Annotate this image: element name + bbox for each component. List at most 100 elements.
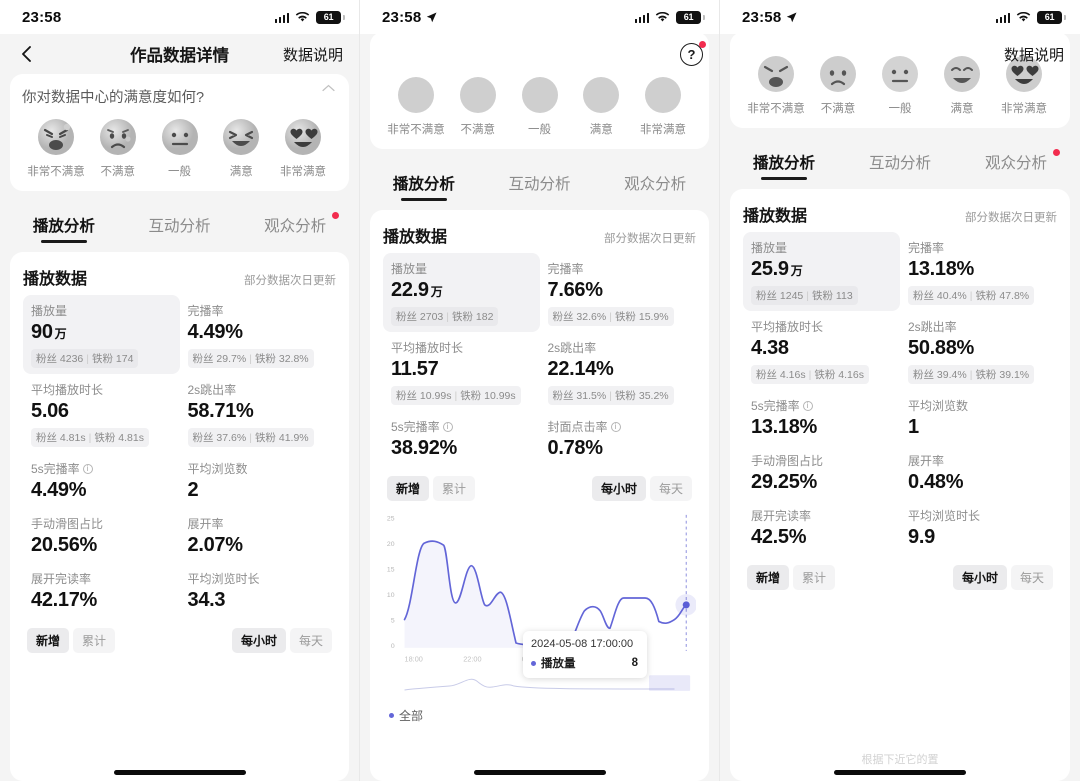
help-button[interactable]: ? (680, 40, 706, 66)
metric-tile[interactable]: 完播率 13.18% 粉丝 40.4% | 铁粉 47.8% (900, 232, 1057, 311)
survey-option-2[interactable]: 一般 (150, 117, 210, 179)
survey-option-4[interactable]: 非常满意 (273, 117, 333, 179)
chip-daily[interactable]: 每天 (1010, 565, 1053, 590)
survey-option-4[interactable]: 非常满意 (633, 75, 693, 137)
metric-tile[interactable]: 平均播放时长 4.38 粉丝 4.16s | 铁粉 4.16s (743, 311, 900, 390)
tab-audience-analysis[interactable]: 观众分析 (597, 163, 713, 200)
metric-tile[interactable]: 完播率 4.49% 粉丝 29.7% | 铁粉 32.8% (180, 295, 337, 374)
chip-new[interactable]: 新增 (747, 565, 790, 590)
tooltip-series-value: 8 (631, 657, 638, 669)
metric-value: 13.18% (908, 258, 975, 280)
survey-option-3[interactable]: 满意 (932, 54, 992, 116)
metric-tile[interactable]: 5s完播率 i 4.49% (23, 453, 180, 508)
metric-tile[interactable]: 手动滑图占比 29.25% (743, 445, 900, 500)
metric-tile[interactable]: 2s跳出率 58.71% 粉丝 37.6% | 铁粉 41.9% (180, 374, 337, 453)
metric-tile[interactable]: 2s跳出率 22.14% 粉丝 31.5% | 铁粉 35.2% (540, 332, 697, 411)
survey-option-label: 满意 (229, 166, 253, 178)
metric-label: 播放量 (751, 241, 788, 255)
metric-tile[interactable]: 平均浏览时长 9.9 (900, 500, 1057, 555)
chevron-left-icon[interactable] (16, 43, 38, 65)
survey-option-0[interactable]: 非常不满意 (386, 75, 446, 137)
survey-option-3[interactable]: 满意 (571, 75, 631, 137)
status-bar-right: 61 (274, 10, 345, 24)
metric-tile[interactable]: 完播率 7.66% 粉丝 32.6% | 铁粉 15.9% (540, 253, 697, 332)
chip-daily[interactable]: 每天 (289, 628, 332, 653)
metric-tile[interactable]: 平均播放时长 11.57 粉丝 10.99s | 铁粉 10.99s (383, 332, 540, 411)
metric-value: 2 (187, 479, 199, 501)
survey-options: 非常不满意 不满意 一般 满意 非常满意 (22, 113, 337, 179)
metric-tile[interactable]: 5s完播率 i 38.92% (383, 411, 540, 466)
survey-option-1[interactable]: 不满意 (808, 54, 868, 116)
panel3-body: 你对数据中心的满意度如何? 非常不满意 (720, 32, 1080, 781)
metric-label: 完播率 (187, 304, 224, 318)
wifi-icon (1016, 11, 1031, 21)
metric-tile[interactable]: 平均浏览时长 34.3 (180, 563, 337, 618)
chip-hourly[interactable]: 每小时 (591, 476, 646, 501)
chip-cumulative[interactable]: 累计 (793, 565, 836, 590)
tab-playback-analysis[interactable]: 播放分析 (726, 142, 842, 179)
metric-tile[interactable]: 展开率 2.07% (180, 508, 337, 563)
tab-playback-analysis[interactable]: 播放分析 (6, 205, 122, 242)
playback-line-chart[interactable]: 252015 1050 18:0022:0002:00 (383, 509, 696, 724)
chips-right: 每小时 每天 (952, 565, 1053, 590)
metric-tile[interactable]: 手动滑图占比 20.56% (23, 508, 180, 563)
battery-level: 61 (683, 12, 694, 22)
info-icon[interactable]: i (82, 463, 93, 474)
chip-cumulative[interactable]: 累计 (73, 628, 116, 653)
metric-tile[interactable]: 平均浏览数 2 (180, 453, 337, 508)
tab-playback-analysis[interactable]: 播放分析 (366, 163, 482, 200)
metric-value: 90 (31, 321, 53, 343)
tab-interaction-analysis[interactable]: 互动分析 (482, 163, 598, 200)
metric-tile[interactable]: 2s跳出率 50.88% 粉丝 39.4% | 铁粉 39.1% (900, 311, 1057, 390)
survey-option-2[interactable]: 一般 (870, 54, 930, 116)
chart-controls-2: 新增 累计 每小时 每天 (383, 476, 696, 501)
chip-daily[interactable]: 每天 (649, 476, 692, 501)
chips-left: 新增 累计 (27, 628, 116, 653)
panel1-body: 你对数据中心的满意度如何? 非常不满意 不满意 一般 满意 非常满意 播放分析 … (0, 74, 359, 781)
survey-option-1[interactable]: 不满意 (88, 117, 148, 179)
survey-option-1[interactable]: 不满意 (448, 75, 508, 137)
metric-tile[interactable]: 封面点击率 i 0.78% (540, 411, 697, 466)
metric-value: 22.14% (547, 358, 614, 380)
data-description-link[interactable]: 数据说明 (1004, 44, 1064, 65)
metric-tile[interactable]: 5s完播率 i 13.18% (743, 390, 900, 445)
tab-audience-analysis[interactable]: 观众分析 (958, 142, 1074, 179)
survey-option-2[interactable]: 一般 (510, 75, 570, 137)
metric-sub-fans: 粉丝 10.99s (396, 390, 452, 402)
survey-option-3[interactable]: 满意 (211, 117, 271, 179)
chart-legend[interactable]: 全部 (383, 707, 696, 724)
metric-tile[interactable]: 平均浏览数 1 (900, 390, 1057, 445)
metric-tile[interactable]: 展开率 0.48% (900, 445, 1057, 500)
metric-label: 播放量 (31, 304, 68, 318)
tab-interaction-analysis[interactable]: 互动分析 (122, 205, 238, 242)
metric-tile[interactable]: 展开完读率 42.17% (23, 563, 180, 618)
chip-new[interactable]: 新增 (27, 628, 70, 653)
info-icon[interactable]: i (442, 421, 453, 432)
chip-cumulative[interactable]: 累计 (433, 476, 476, 501)
svg-text:0: 0 (391, 643, 395, 650)
metric-label: 2s跳出率 (908, 320, 957, 334)
chip-new[interactable]: 新增 (387, 476, 430, 501)
metric-tile[interactable]: 播放量 22.9 万 粉丝 2703 | 铁粉 182 (383, 253, 540, 332)
info-icon[interactable]: i (610, 421, 621, 432)
metric-value: 13.18% (751, 416, 818, 438)
tab-label: 播放分析 (752, 155, 815, 172)
tab-interaction-analysis[interactable]: 互动分析 (842, 142, 958, 179)
survey-option-label: 非常满意 (640, 124, 686, 136)
status-bar-left: 23:58 (22, 9, 61, 26)
data-description-link[interactable]: 数据说明 (283, 44, 343, 65)
survey-option-label: 满意 (950, 103, 974, 115)
survey-option-0[interactable]: 非常不满意 (746, 54, 806, 116)
chip-hourly[interactable]: 每小时 (952, 565, 1007, 590)
chevron-up-icon[interactable] (322, 84, 335, 92)
metric-tile[interactable]: 播放量 90 万 粉丝 4236 | 铁粉 174 (23, 295, 180, 374)
metric-tile[interactable]: 平均播放时长 5.06 粉丝 4.81s | 铁粉 4.81s (23, 374, 180, 453)
metric-tile[interactable]: 播放量 25.9 万 粉丝 1245 | 铁粉 113 (743, 232, 900, 311)
survey-option-0[interactable]: 非常不满意 (26, 117, 86, 179)
metric-label: 播放量 (391, 262, 428, 276)
metric-tile[interactable]: 展开完读率 42.5% (743, 500, 900, 555)
info-icon[interactable]: i (802, 400, 813, 411)
chip-hourly[interactable]: 每小时 (231, 628, 286, 653)
svg-text:20: 20 (387, 541, 395, 548)
tab-audience-analysis[interactable]: 观众分析 (237, 205, 353, 242)
